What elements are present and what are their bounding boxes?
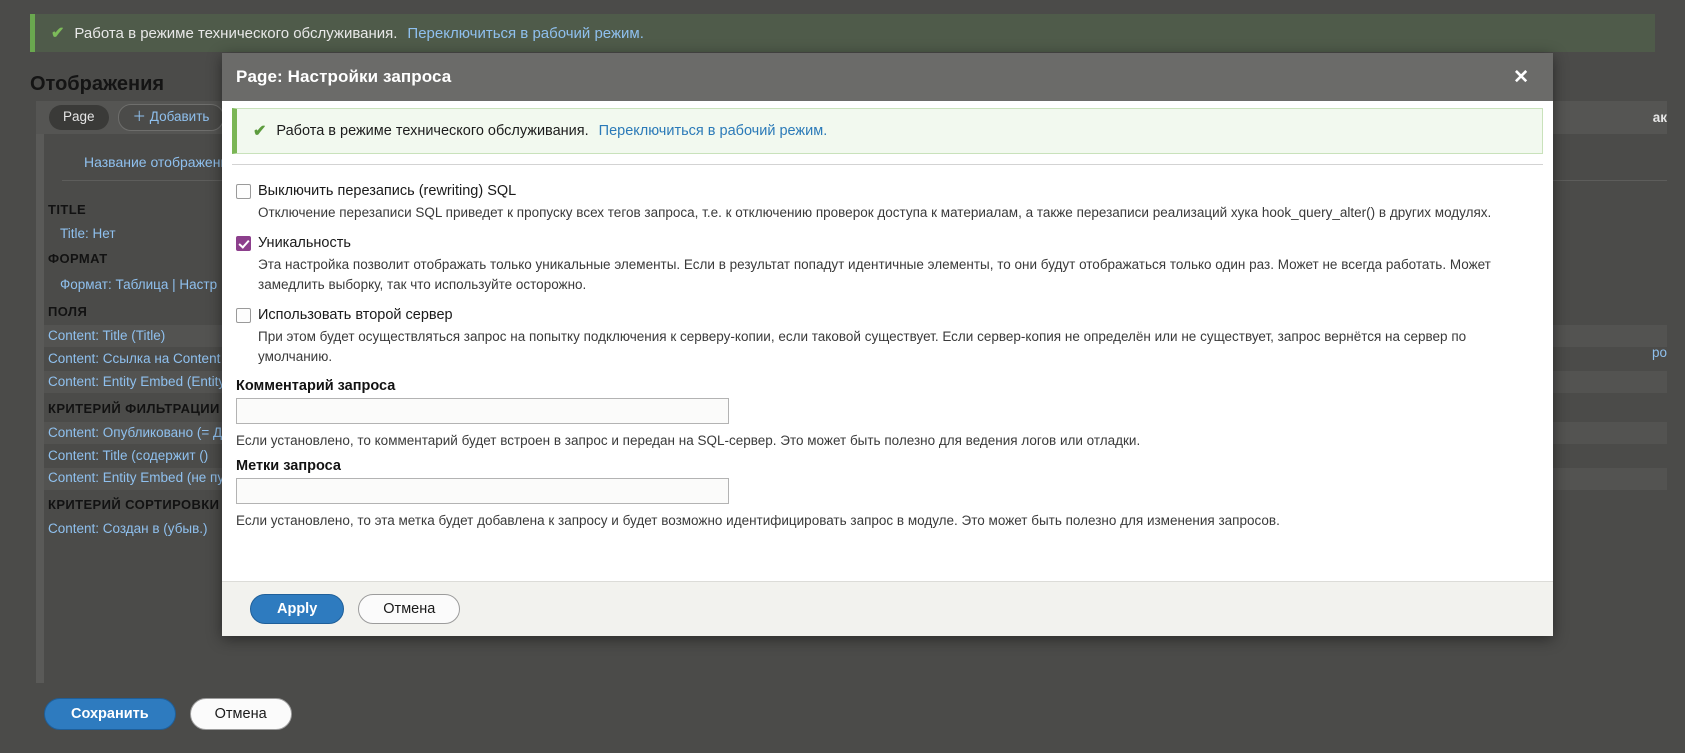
checkbox-distinct[interactable] xyxy=(236,236,251,252)
display-name-label: Название отображения: xyxy=(84,154,240,170)
check-icon: ✔ xyxy=(51,25,65,42)
filter-item-0[interactable]: Content: Опубликовано (= Да xyxy=(48,425,230,440)
checkbox-label-disable-sql-rewriting[interactable]: Выключить перезапись (rewriting) SQL xyxy=(258,182,516,200)
maintenance-message-background: ✔ Работа в режиме технического обслужива… xyxy=(30,14,1655,52)
checkbox-use-replica[interactable] xyxy=(236,308,251,324)
checkbox-disable-sql-rewriting[interactable] xyxy=(236,184,251,199)
tab-page[interactable]: Page xyxy=(49,105,109,130)
switch-to-live-mode-link-background[interactable]: Переключиться в рабочий режим. xyxy=(407,25,643,42)
field-item-0[interactable]: Content: Title (Title) xyxy=(48,328,165,343)
query-settings-dialog: Page: Настройки запроса ✕ ✔ Работа в реж… xyxy=(222,53,1553,636)
query-tags-input[interactable] xyxy=(236,477,729,504)
description-query-tags: Если установлено, то эта метка будет доб… xyxy=(236,512,1280,528)
save-button[interactable]: Сохранить xyxy=(44,698,176,730)
checkbox-row-disable-sql-rewriting[interactable]: Выключить перезапись (rewriting) SQL xyxy=(236,182,1539,200)
maintenance-message-dialog: ✔ Работа в режиме технического обслужива… xyxy=(232,108,1543,154)
section-heading-title: TITLE xyxy=(48,202,87,217)
checkbox-description-distinct: Эта настройка позволит отображать только… xyxy=(258,257,1491,293)
item-label: Title: xyxy=(60,226,89,241)
checkbox-label-distinct[interactable]: Уникальность xyxy=(258,234,351,252)
dialog-title: Page: Настройки запроса xyxy=(236,67,452,86)
section-heading-format: ФОРМАТ xyxy=(48,251,108,266)
dialog-cancel-button[interactable]: Отмена xyxy=(358,594,461,624)
query-settings-form: Выключить перезапись (rewriting) SQL Отк… xyxy=(222,165,1553,530)
checkbox-description-disable-sql-rewriting: Отключение перезаписи SQL приведет к про… xyxy=(258,205,1492,221)
page-action-bar: Сохранить Отмена xyxy=(36,690,1667,738)
close-icon[interactable]: ✕ xyxy=(1507,64,1535,91)
checkbox-row-distinct[interactable]: Уникальность xyxy=(236,234,1539,252)
add-display-button[interactable]: ＋ Добавить xyxy=(117,104,225,131)
field-item-1[interactable]: Content: Ссылка на Content ( xyxy=(48,351,229,366)
cancel-button[interactable]: Отмена xyxy=(189,698,292,730)
field-item-2[interactable]: Content: Entity Embed (Entity xyxy=(48,374,225,389)
label-query-comment: Комментарий запроса xyxy=(236,378,396,395)
label-query-tags: Метки запроса xyxy=(236,457,341,474)
section-item-format[interactable]: Формат: Таблица | Настр xyxy=(60,277,217,292)
dialog-body: ✔ Работа в режиме технического обслужива… xyxy=(222,101,1553,581)
filter-item-2[interactable]: Content: Entity Embed (не пус xyxy=(48,470,231,485)
sort-item-0[interactable]: Content: Создан в (убыв.) xyxy=(48,521,208,536)
section-item-title[interactable]: Title: Нет xyxy=(60,226,116,241)
checkbox-description-use-replica: При этом будет осуществляться запрос на … xyxy=(258,329,1467,365)
item-label: Формат: xyxy=(60,277,112,292)
section-heading-filters: КРИТЕРИЙ ФИЛЬТРАЦИИ xyxy=(48,401,220,416)
checkbox-label-use-replica[interactable]: Использовать второй сервер xyxy=(258,306,453,324)
maintenance-message-text: Работа в режиме технического обслуживани… xyxy=(276,123,589,139)
section-heading-sort: КРИТЕРИЙ СОРТИРОВКИ xyxy=(48,497,220,512)
apply-button[interactable]: Apply xyxy=(250,594,345,624)
description-query-comment: Если установлено, то комментарий будет в… xyxy=(236,433,1141,449)
item-value: Нет xyxy=(92,226,116,241)
page-title: Отображения xyxy=(30,73,165,95)
dialog-header: Page: Настройки запроса ✕ xyxy=(222,53,1553,101)
switch-to-live-mode-link-dialog[interactable]: Переключиться в рабочий режим. xyxy=(599,123,828,139)
dialog-action-bar: Apply Отмена xyxy=(222,581,1553,636)
filter-item-1[interactable]: Content: Title (содержит () xyxy=(48,448,208,463)
checkbox-row-use-replica[interactable]: Использовать второй сервер xyxy=(236,306,1539,324)
right-stub-1: ро xyxy=(1651,345,1667,360)
query-comment-input[interactable] xyxy=(236,398,729,425)
maintenance-message-text: Работа в режиме технического обслуживани… xyxy=(74,24,398,42)
item-value: Таблица | Настр xyxy=(115,277,218,292)
section-heading-fields: ПОЛЯ xyxy=(48,304,88,319)
check-icon: ✔ xyxy=(253,123,267,140)
right-stub-0: ак xyxy=(1652,110,1667,125)
